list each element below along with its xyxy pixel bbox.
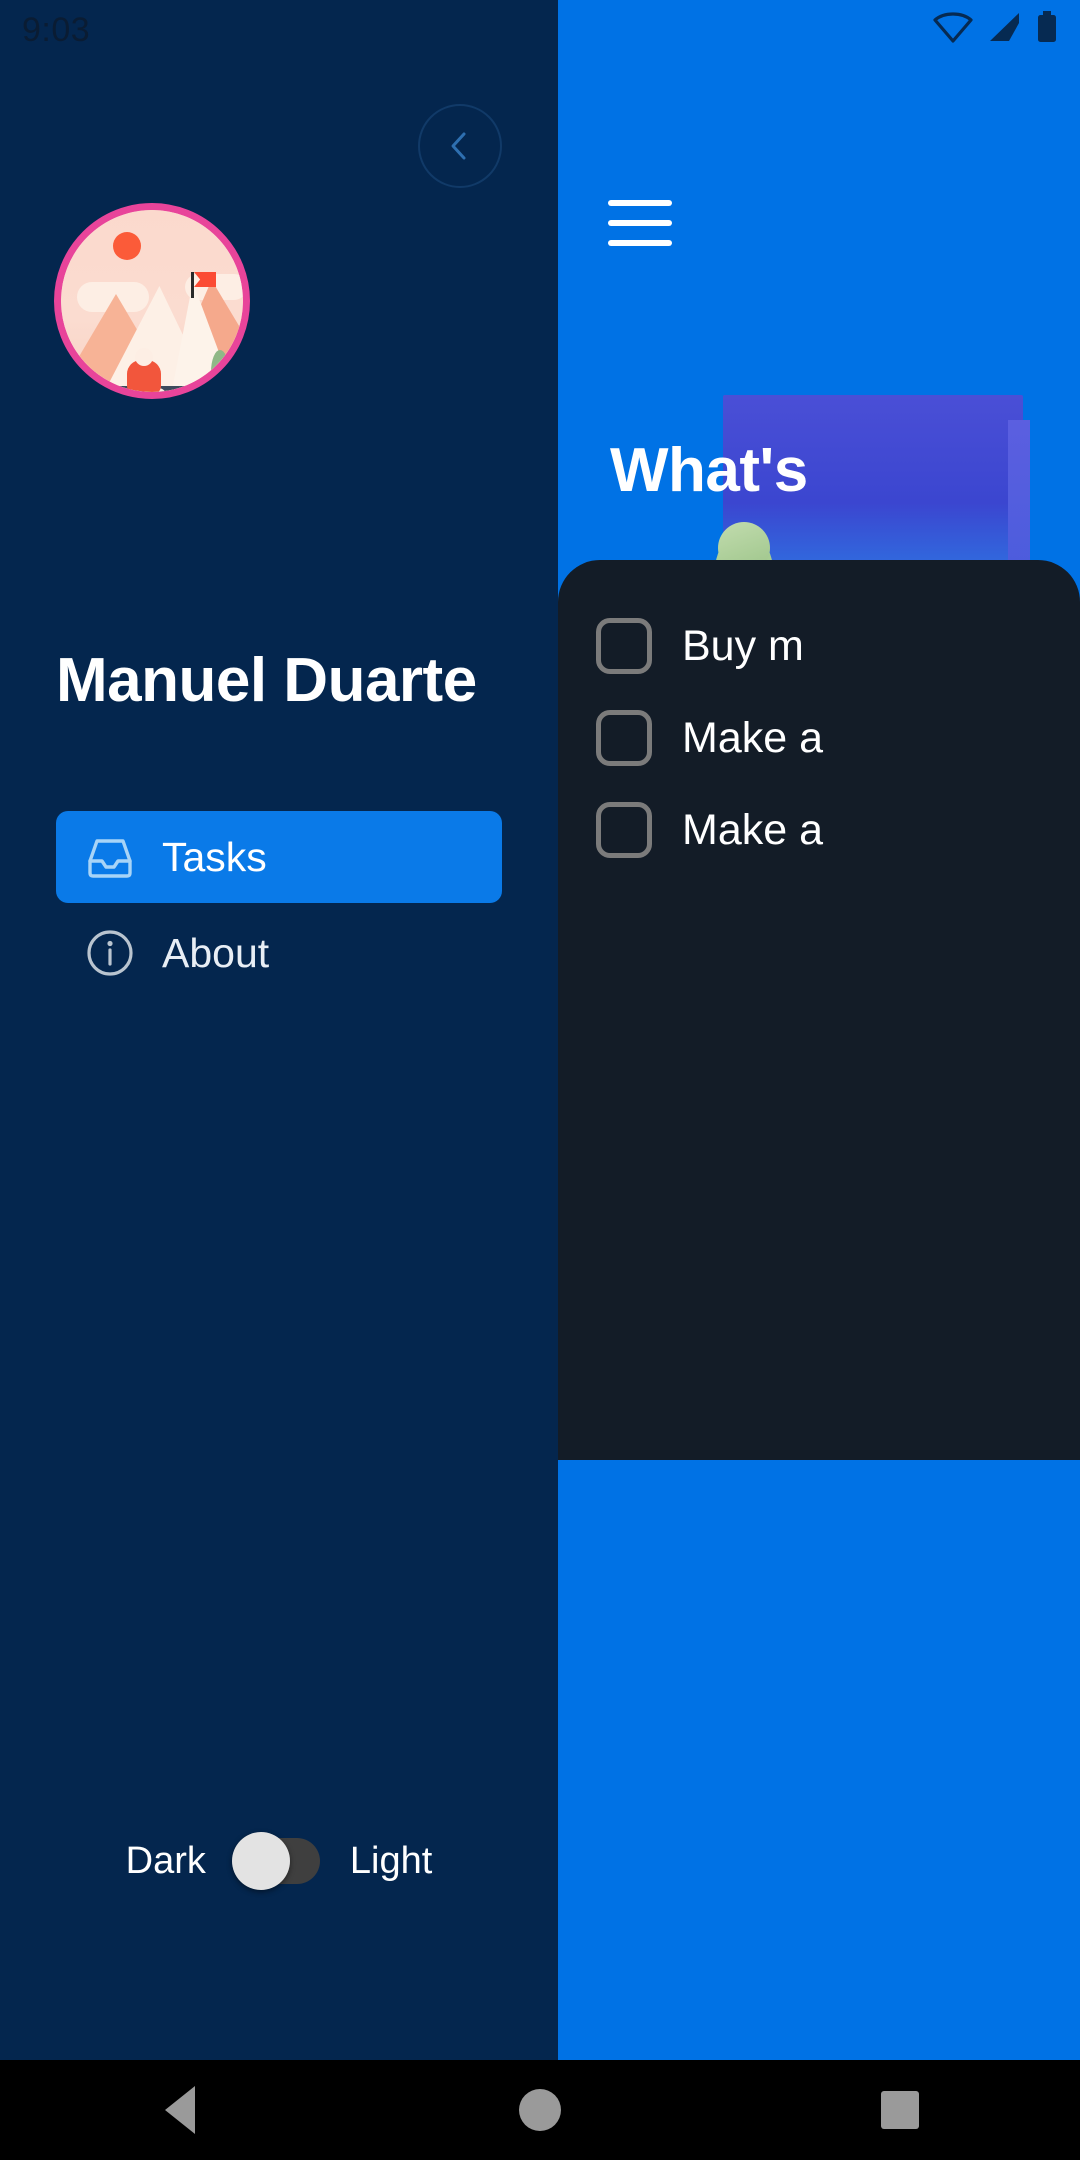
theme-toggle-row: Dark Light — [0, 1832, 558, 1890]
nav-home-button[interactable] — [480, 2060, 600, 2160]
hamburger-line — [608, 220, 672, 226]
theme-toggle-thumb[interactable] — [231, 1832, 290, 1890]
task-checkbox[interactable] — [596, 710, 652, 766]
status-bar-icons — [932, 10, 1058, 44]
nav-recents-button[interactable] — [840, 2060, 960, 2160]
wifi-icon — [933, 12, 973, 43]
sidebar-item-tasks[interactable]: Tasks — [56, 811, 502, 903]
theme-label-dark: Dark — [125, 1839, 206, 1882]
phone-screen: What's Buy m Make a Make a 9:03 Manuel D… — [0, 0, 1080, 2160]
android-navigation-bar — [0, 2060, 1080, 2160]
hamburger-line — [608, 200, 672, 206]
task-list-item[interactable]: Make a — [596, 710, 1076, 766]
task-list-item[interactable]: Make a — [596, 802, 1076, 858]
nav-back-button[interactable] — [120, 2060, 240, 2160]
navigation-drawer: 9:03 Manuel Duarte Tasks About Dark Ligh… — [0, 0, 558, 2060]
user-name: Manuel Duarte — [56, 646, 477, 715]
task-checkbox[interactable] — [596, 618, 652, 674]
square-recents-icon — [881, 2091, 919, 2129]
task-checkbox[interactable] — [596, 802, 652, 858]
avatar-illustration — [61, 210, 243, 392]
circle-home-icon — [519, 2089, 561, 2131]
task-list-card: Buy m Make a Make a — [558, 560, 1080, 1460]
sidebar-item-label: About — [162, 929, 270, 976]
chevron-left-icon — [451, 132, 466, 160]
hero-title: What's — [610, 436, 808, 505]
hamburger-menu-icon[interactable] — [608, 200, 672, 246]
avatar-hiker-head — [135, 348, 153, 366]
info-circle-icon — [87, 930, 133, 976]
theme-label-light: Light — [349, 1839, 433, 1882]
task-label: Make a — [682, 713, 824, 762]
avatar-sun — [113, 232, 141, 260]
sidebar-item-about[interactable]: About — [56, 907, 502, 999]
sidebar-item-label: Tasks — [162, 833, 267, 880]
avatar-flag-pole — [191, 272, 194, 298]
task-label: Make a — [682, 805, 824, 854]
task-label: Buy m — [682, 621, 804, 670]
battery-icon — [1038, 11, 1056, 42]
hamburger-line — [608, 240, 672, 246]
status-bar-clock: 9:03 — [22, 11, 91, 49]
back-button[interactable] — [418, 104, 502, 188]
cellular-signal-icon — [990, 13, 1019, 41]
inbox-tray-icon — [88, 839, 132, 878]
avatar[interactable] — [54, 203, 250, 399]
task-list-item[interactable]: Buy m — [596, 618, 1076, 674]
drawer-status-bar: 9:03 — [0, 0, 558, 62]
theme-toggle-switch[interactable] — [231, 1832, 320, 1890]
triangle-back-icon — [165, 2086, 195, 2134]
